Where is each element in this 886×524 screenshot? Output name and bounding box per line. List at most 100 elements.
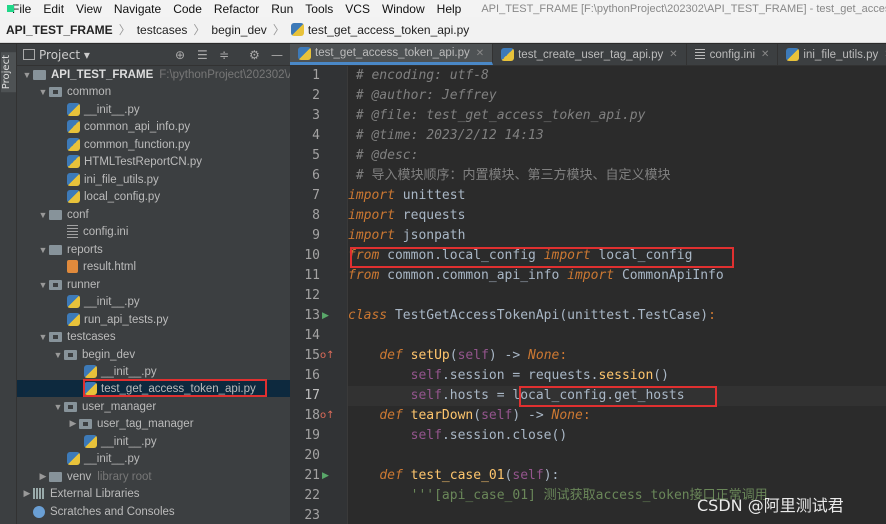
tree-item-file[interactable]: __init__.py xyxy=(17,293,290,310)
tree-item-file[interactable]: __init__.py xyxy=(17,450,290,467)
tree-item-file[interactable]: local_config.py xyxy=(17,188,290,205)
menu-refactor[interactable]: Refactor xyxy=(214,2,259,16)
menu-vcs[interactable]: VCS xyxy=(345,2,370,16)
tree-item-label: runner xyxy=(67,278,101,291)
tab-label: ini_file_utils.py xyxy=(803,48,879,61)
run-gutter-icon[interactable]: ▶ xyxy=(322,466,332,486)
tree-item-file[interactable]: config.ini xyxy=(17,223,290,240)
tree-item-common[interactable]: ▼ common xyxy=(17,83,290,100)
chevron-down-icon[interactable]: ▼ xyxy=(37,280,49,290)
package-folder-icon xyxy=(79,418,92,429)
code-line: # @file: test_get_access_token_api.py xyxy=(355,108,646,123)
tree-item-file[interactable]: common_function.py xyxy=(17,136,290,153)
chevron-down-icon[interactable]: ▼ xyxy=(37,245,49,255)
expand-all-icon[interactable]: ☰ xyxy=(197,48,208,62)
tab-test-get-access-token-api[interactable]: test_get_access_token_api.py ✕ xyxy=(290,44,494,65)
line-number: 2 xyxy=(312,88,320,103)
gear-icon[interactable]: ⚙ xyxy=(249,48,260,62)
code-line: self.session = requests.session() xyxy=(410,368,669,383)
tree-item-selected-file[interactable]: test_get_access_token_api.py xyxy=(17,380,290,397)
tree-item-file[interactable]: common_api_info.py xyxy=(17,118,290,135)
close-icon[interactable]: ✕ xyxy=(476,48,484,59)
chevron-down-icon[interactable]: ▼ xyxy=(37,332,49,342)
watermark: CSDN @阿里测试君 xyxy=(697,496,844,515)
python-file-icon xyxy=(67,313,80,326)
chevron-down-icon[interactable]: ▼ xyxy=(37,210,49,220)
locate-file-icon[interactable]: ⊕ xyxy=(175,48,185,62)
line-number: 15 xyxy=(304,348,320,363)
menu-view[interactable]: View xyxy=(76,2,102,16)
tree-item-label: __init__.py xyxy=(101,365,157,378)
tree-item-file[interactable]: ini_file_utils.py xyxy=(17,171,290,188)
line-number: 7 xyxy=(312,188,320,203)
tree-item-runner[interactable]: ▼ runner xyxy=(17,276,290,293)
tree-item-file[interactable]: __init__.py xyxy=(17,433,290,450)
tree-item-file[interactable]: run_api_tests.py xyxy=(17,311,290,328)
project-tool-window-button[interactable]: Project xyxy=(1,52,16,93)
hide-icon[interactable]: — xyxy=(271,48,283,62)
code-line: from common.common_api_info import Commo… xyxy=(348,268,724,283)
tree-item-scratches[interactable]: Scratches and Consoles xyxy=(17,503,290,520)
folder-icon xyxy=(49,209,62,220)
override-gutter-icon[interactable]: o↑ xyxy=(320,406,335,426)
collapse-all-icon[interactable]: ≑ xyxy=(219,48,229,62)
close-icon[interactable]: ✕ xyxy=(669,49,677,60)
override-gutter-icon[interactable]: o↑ xyxy=(320,346,335,366)
chevron-right-icon[interactable]: ▶ xyxy=(67,418,79,429)
tree-item-conf[interactable]: ▼ conf xyxy=(17,206,290,223)
tree-item-label: __init__.py xyxy=(101,435,157,448)
line-number: 10 xyxy=(304,248,320,263)
line-number: 14 xyxy=(304,328,320,343)
breadcrumb-begin-dev[interactable]: begin_dev xyxy=(211,23,266,37)
tree-item-external-libraries[interactable]: ▶ External Libraries xyxy=(17,485,290,502)
menu-help[interactable]: Help xyxy=(437,2,462,16)
chevron-right-icon[interactable]: ▶ xyxy=(21,488,33,499)
tree-item-file[interactable]: __init__.py xyxy=(17,101,290,118)
project-panel-header: Project ▾ ⊕ ☰ ≑ ⚙ — xyxy=(17,44,290,66)
line-number: 4 xyxy=(312,128,320,143)
tab-config-ini[interactable]: config.ini ✕ xyxy=(687,44,779,65)
chevron-right-icon[interactable]: ▶ xyxy=(37,471,49,482)
code-line: class TestGetAccessTokenApi(unittest.Tes… xyxy=(348,308,716,323)
run-gutter-icon[interactable]: ▶ xyxy=(322,306,332,326)
tree-item-file[interactable]: result.html xyxy=(17,258,290,275)
tree-item-label: reports xyxy=(67,243,103,256)
breadcrumb-project[interactable]: API_TEST_FRAME xyxy=(6,23,113,37)
code-line: import requests xyxy=(348,208,466,223)
menu-window[interactable]: Window xyxy=(382,2,425,16)
code-line: # 导入模块顺序：内置模块、第三方模块、自定义模块 xyxy=(355,168,671,183)
code-line: import jsonpath xyxy=(348,228,466,243)
tree-item-root[interactable]: ▼ API_TEST_FRAME F:\pythonProject\202302\A… xyxy=(17,66,290,83)
editor-gutter[interactable]: 1 2 3 4 5 6 7 8 9 10 11 12 13 14 15 16 1… xyxy=(290,66,348,524)
menu-run[interactable]: Run xyxy=(271,2,293,16)
chevron-down-icon[interactable]: ▼ xyxy=(52,350,64,360)
tree-item-venv[interactable]: ▶ venv library root xyxy=(17,468,290,485)
tree-item-reports[interactable]: ▼ reports xyxy=(17,241,290,258)
project-tree: ▼ API_TEST_FRAME F:\pythonProject\202302\A… xyxy=(17,66,290,524)
tree-item-testcases[interactable]: ▼ testcases xyxy=(17,328,290,345)
chevron-down-icon[interactable]: ▼ xyxy=(21,70,33,80)
project-view-selector[interactable]: Project ▾ xyxy=(39,48,90,62)
menu-file[interactable]: File xyxy=(12,2,31,16)
menu-code[interactable]: Code xyxy=(173,2,202,16)
tab-ini-file-utils[interactable]: ini_file_utils.py✕ xyxy=(778,44,886,65)
menu-tools[interactable]: Tools xyxy=(305,2,333,16)
code-editor[interactable]: # encoding: utf-8 # @author: Jeffrey # @… xyxy=(348,66,886,524)
project-panel-title: Project xyxy=(39,47,81,62)
menu-navigate[interactable]: Navigate xyxy=(114,2,161,16)
chevron-down-icon[interactable]: ▼ xyxy=(52,402,64,412)
menu-edit[interactable]: Edit xyxy=(43,2,64,16)
tree-item-user-manager[interactable]: ▼ user_manager xyxy=(17,398,290,415)
breadcrumb-testcases[interactable]: testcases xyxy=(137,23,188,37)
tree-item-user-tag-manager[interactable]: ▶ user_tag_manager xyxy=(17,415,290,432)
tree-item-file[interactable]: HTMLTestReportCN.py xyxy=(17,153,290,170)
tab-test-create-user-tag-api[interactable]: test_create_user_tag_api.py ✕ xyxy=(493,44,687,65)
ini-file-icon xyxy=(694,49,705,60)
chevron-down-icon[interactable]: ▼ xyxy=(37,87,49,97)
python-file-icon xyxy=(67,452,80,465)
tree-item-begin-dev[interactable]: ▼ begin_dev xyxy=(17,346,290,363)
breadcrumb-file[interactable]: test_get_access_token_api.py xyxy=(290,23,469,37)
tree-item-file[interactable]: __init__.py xyxy=(17,363,290,380)
close-icon[interactable]: ✕ xyxy=(761,49,769,60)
